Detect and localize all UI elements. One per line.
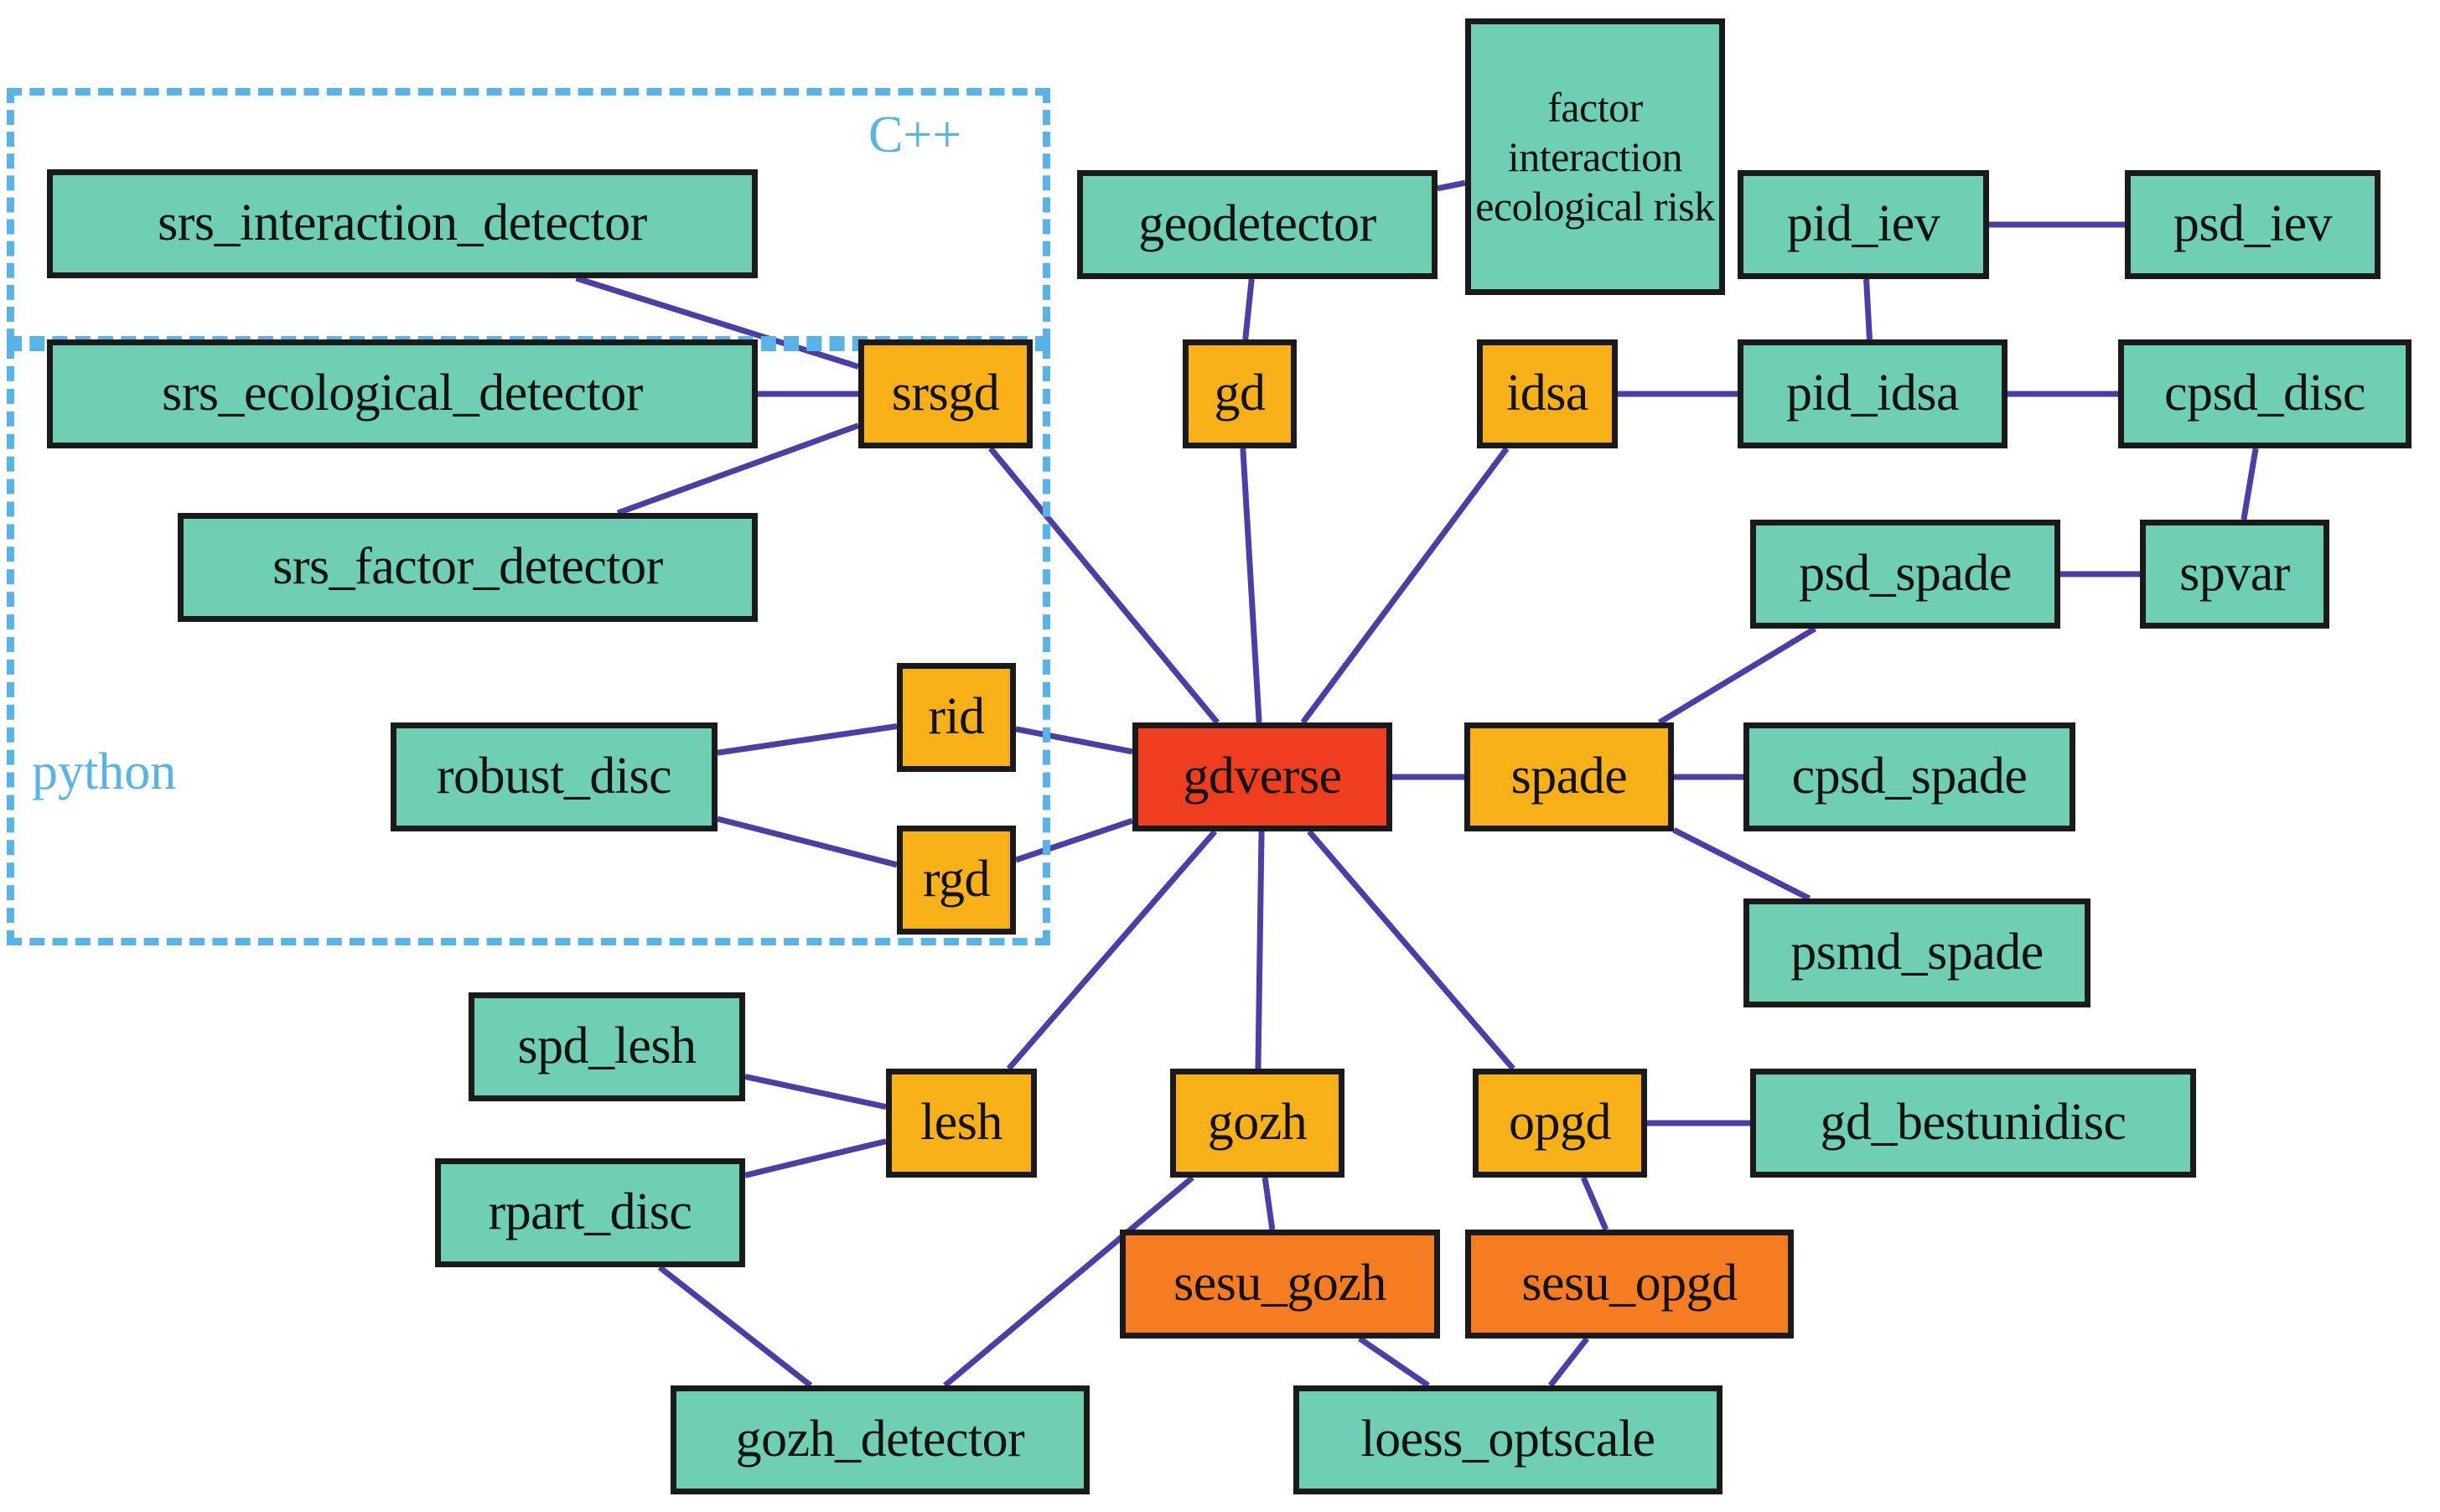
node-geodetector[interactable]: geodetector <box>1077 170 1438 279</box>
edge-geodetector--gd <box>1242 278 1255 340</box>
node-label-srs_ecological_detector: srs_ecological_detector <box>162 365 643 422</box>
node-robust_disc[interactable]: robust_disc <box>391 722 717 831</box>
edge-opgd--sesu_opgd <box>1580 1176 1609 1231</box>
node-label-cpsd_disc: cpsd_disc <box>2163 365 2366 422</box>
node-gd_bestunidisc[interactable]: gd_bestunidisc <box>1750 1069 2196 1178</box>
node-psmd_spade[interactable]: psmd_spade <box>1743 898 2090 1007</box>
node-label-opgd: opgd <box>1509 1094 1612 1152</box>
node-label-srsgd: srsgd <box>891 365 1000 422</box>
node-label-srs_interaction_detector: srs_interaction_detector <box>158 194 647 252</box>
node-label-factor_interaction_ecological_risk: factor interaction ecological risk <box>1475 83 1715 230</box>
node-psd_iev[interactable]: psd_iev <box>2125 170 2380 279</box>
node-label-rgd: rgd <box>922 851 991 909</box>
node-label-rid: rid <box>928 688 985 746</box>
node-label-loess_optscale: loess_optscale <box>1360 1411 1655 1468</box>
edge-geodetector--factor_interaction_ecological_risk <box>1437 179 1466 192</box>
node-psd_spade[interactable]: psd_spade <box>1750 520 2060 629</box>
edge-sesu_gozh--loess_optscale <box>1358 1336 1430 1388</box>
edge-gdverse--opgd <box>1307 829 1515 1071</box>
diagram-canvas: C++ python srs_interaction_detector srs_ec… <box>0 0 2440 1512</box>
node-rpart_disc[interactable]: rpart_disc <box>435 1158 745 1267</box>
node-label-psmd_spade: psmd_spade <box>1790 924 2044 981</box>
node-label-srs_factor_detector: srs_factor_detector <box>272 538 663 596</box>
node-loess_optscale[interactable]: loess_optscale <box>1293 1385 1723 1494</box>
node-label-pid_iev: pid_iev <box>1786 195 1940 253</box>
node-label-psd_iev: psd_iev <box>2173 195 2333 253</box>
node-spade[interactable]: spade <box>1464 722 1674 831</box>
node-label-spade: spade <box>1510 748 1628 805</box>
node-cpsd_disc[interactable]: cpsd_disc <box>2118 339 2412 448</box>
node-label-gd_bestunidisc: gd_bestunidisc <box>1820 1094 2127 1152</box>
edge-rpart_disc--gozh_detector <box>657 1265 813 1388</box>
node-gozh_detector[interactable]: gozh_detector <box>671 1385 1090 1494</box>
node-label-spd_lesh: spd_lesh <box>517 1017 697 1075</box>
node-label-lesh: lesh <box>920 1094 1002 1152</box>
edge-idsa--gdverse <box>1300 446 1510 725</box>
node-srs_interaction_detector[interactable]: srs_interaction_detector <box>47 169 758 278</box>
node-srs_factor_detector[interactable]: srs_factor_detector <box>178 513 758 622</box>
node-label-geodetector: geodetector <box>1138 195 1376 253</box>
node-spvar[interactable]: spvar <box>2140 520 2329 629</box>
node-gozh[interactable]: gozh <box>1170 1069 1344 1178</box>
node-lesh[interactable]: lesh <box>886 1069 1037 1178</box>
node-rgd[interactable]: rgd <box>897 826 1016 935</box>
node-label-sesu_opgd: sesu_opgd <box>1521 1255 1738 1313</box>
node-opgd[interactable]: opgd <box>1473 1069 1647 1178</box>
node-label-gdverse: gdverse <box>1183 748 1342 805</box>
node-sesu_opgd[interactable]: sesu_opgd <box>1465 1230 1794 1339</box>
node-label-idsa: idsa <box>1506 365 1588 422</box>
node-srsgd[interactable]: srsgd <box>858 339 1033 448</box>
edge-rpart_disc--lesh <box>744 1138 887 1178</box>
node-sesu_gozh[interactable]: sesu_gozh <box>1120 1230 1440 1339</box>
node-pid_idsa[interactable]: pid_idsa <box>1738 339 2007 448</box>
node-label-psd_spade: psd_spade <box>1799 545 2012 603</box>
node-label-gozh_detector: gozh_detector <box>735 1411 1025 1468</box>
node-label-rpart_disc: rpart_disc <box>488 1183 692 1241</box>
edge-psd_spade--spade <box>1657 626 1817 725</box>
edge-gd--gdverse <box>1240 448 1262 723</box>
node-srs_ecological_detector[interactable]: srs_ecological_detector <box>47 339 758 448</box>
node-spd_lesh[interactable]: spd_lesh <box>469 992 745 1101</box>
node-factor_interaction_ecological_risk[interactable]: factor interaction ecological risk <box>1465 18 1725 295</box>
group-label-python: python <box>32 743 177 800</box>
node-label-spvar: spvar <box>2179 545 2290 603</box>
node-label-pid_idsa: pid_idsa <box>1785 365 1960 422</box>
node-idsa[interactable]: idsa <box>1477 339 1618 448</box>
node-gdverse[interactable]: gdverse <box>1132 722 1392 831</box>
node-rid[interactable]: rid <box>897 663 1016 772</box>
edge-cpsd_disc--spvar <box>2241 448 2259 520</box>
node-label-cpsd_spade: cpsd_spade <box>1791 748 2028 805</box>
node-gd[interactable]: gd <box>1183 339 1297 448</box>
edge-gdverse--gozh <box>1255 831 1265 1069</box>
node-label-sesu_gozh: sesu_gozh <box>1173 1255 1386 1313</box>
group-label-cpp: C++ <box>868 106 962 163</box>
edge-spd_lesh--lesh <box>744 1074 887 1111</box>
node-label-gozh: gozh <box>1207 1094 1308 1152</box>
node-label-robust_disc: robust_disc <box>436 748 672 805</box>
node-pid_iev[interactable]: pid_iev <box>1738 170 1989 279</box>
edge-spade--psmd_spade <box>1672 827 1811 902</box>
edge-gozh--sesu_gozh <box>1261 1177 1276 1230</box>
node-cpsd_spade[interactable]: cpsd_spade <box>1743 722 2075 831</box>
edge-pid_iev--pid_idsa <box>1863 278 1873 340</box>
edge-sesu_opgd--loess_optscale <box>1547 1336 1590 1388</box>
node-label-gd: gd <box>1214 365 1267 422</box>
